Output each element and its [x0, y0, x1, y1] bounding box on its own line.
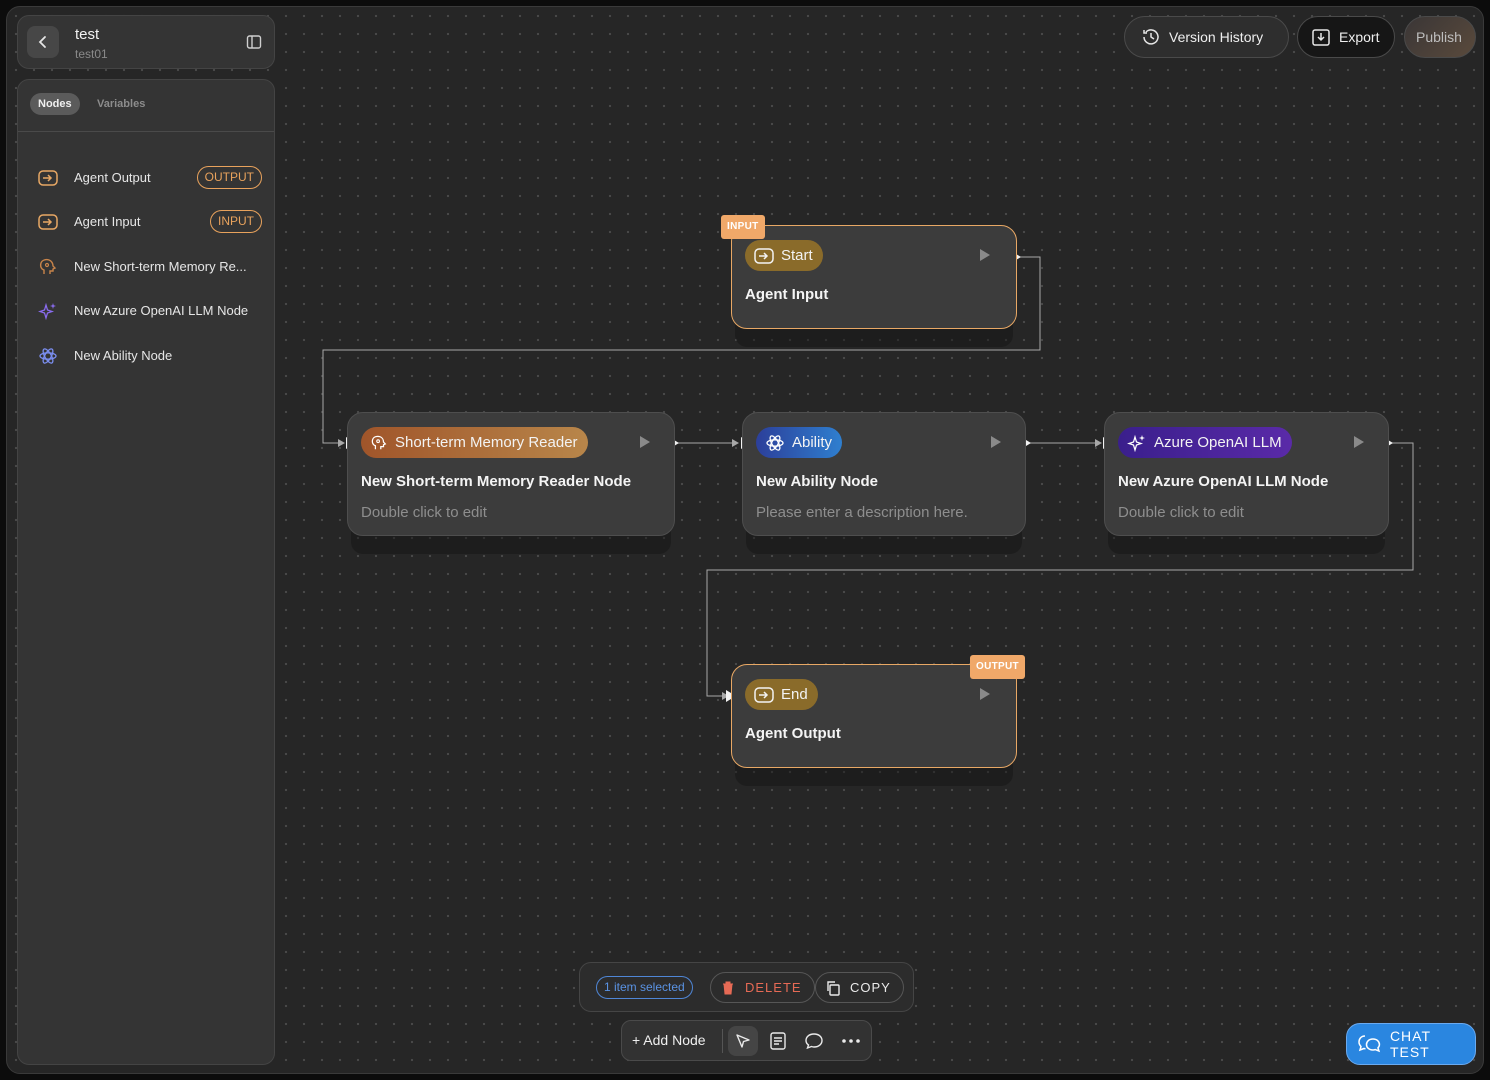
ability-icon [766, 434, 784, 451]
note-icon [770, 1032, 786, 1050]
memory-icon [371, 435, 387, 449]
export-button[interactable]: Export [1297, 16, 1395, 58]
history-icon [1143, 29, 1159, 45]
input-badge: INPUT [210, 210, 262, 233]
add-node-button[interactable]: + Add Node [632, 1032, 706, 1048]
memory-node-title: New Short-term Memory Reader Node [361, 473, 632, 490]
ability-node-title: New Ability Node [756, 473, 878, 490]
run-node-icon[interactable] [1354, 436, 1364, 448]
start-node-title: Agent Input [745, 286, 829, 303]
sidebar-item-agent-input[interactable]: Agent Input INPUT [18, 204, 274, 240]
ability-node-description: Please enter a description here. [756, 504, 968, 521]
memory-reader-node[interactable]: Short-term Memory Reader New Short-term … [347, 412, 675, 536]
sidebar-item-label: New Azure OpenAI LLM Node [74, 303, 249, 318]
sidebar-item-label: New Short-term Memory Re... [74, 259, 247, 274]
notes-tool-button[interactable] [768, 1031, 788, 1056]
llm-pill: Azure OpenAI LLM [1118, 427, 1292, 458]
end-pill-label: End [781, 686, 808, 703]
publish-button[interactable]: Publish [1404, 16, 1476, 58]
workflow-title: test [75, 26, 100, 43]
memory-node-description: Double click to edit [361, 504, 487, 521]
end-node[interactable]: End Agent Output [731, 664, 1017, 768]
selection-count: 1 item selected [596, 976, 693, 999]
run-node-icon[interactable] [980, 249, 990, 261]
sidebar-item-azure-llm[interactable]: New Azure OpenAI LLM Node [18, 293, 274, 329]
start-pill-label: Start [781, 247, 813, 264]
tab-variables[interactable]: Variables [89, 93, 153, 115]
tab-nodes[interactable]: Nodes [30, 93, 80, 115]
cursor-icon [736, 1034, 750, 1048]
io-icon [754, 247, 774, 264]
output-badge: OUTPUT [196, 166, 262, 189]
end-pill: End [745, 679, 818, 710]
io-icon [754, 686, 774, 703]
memory-pill-label: Short-term Memory Reader [395, 434, 578, 451]
copy-button[interactable]: COPY [815, 972, 904, 1003]
input-tag: INPUT [721, 215, 765, 239]
trash-icon [723, 981, 733, 994]
start-node[interactable]: Start Agent Input [731, 225, 1017, 329]
toolbar-divider [722, 1029, 723, 1053]
sidebar-item-memory-reader[interactable]: New Short-term Memory Re... [18, 249, 274, 285]
workflow-canvas[interactable]: test test01 Nodes Variables Agent Output… [6, 6, 1484, 1074]
ability-pill: Ability [756, 427, 843, 458]
run-node-icon[interactable] [991, 436, 1001, 448]
workflow-header: test test01 [17, 15, 275, 69]
start-pill: Start [745, 240, 823, 271]
node-library-sidebar: Nodes Variables Agent Output OUTPUT Agen… [17, 79, 275, 1065]
run-node-icon[interactable] [640, 436, 650, 448]
back-button[interactable] [27, 26, 59, 58]
sidebar-item-agent-output[interactable]: Agent Output OUTPUT [18, 160, 274, 196]
io-icon [38, 170, 58, 186]
memory-pill: Short-term Memory Reader [361, 427, 588, 458]
sidebar-item-label: Agent Output [74, 170, 151, 185]
chat-test-label: CHAT TEST [1389, 1028, 1431, 1060]
sidebar-item-label: Agent Input [74, 214, 141, 229]
download-icon [1312, 29, 1330, 46]
canvas-toolbar: + Add Node [621, 1020, 872, 1061]
copy-icon [827, 980, 840, 996]
select-tool-button[interactable] [728, 1026, 758, 1056]
delete-button[interactable]: DELETE [710, 972, 815, 1003]
delete-label: DELETE [745, 980, 802, 995]
memory-icon [39, 258, 57, 274]
io-icon [38, 214, 58, 230]
selection-bar: 1 item selected DELETE COPY [579, 962, 914, 1012]
publish-label: Publish [1416, 29, 1462, 45]
sidebar-item-ability[interactable]: New Ability Node [18, 338, 274, 374]
sidebar-tabs: Nodes Variables [18, 80, 274, 132]
export-label: Export [1339, 29, 1380, 45]
llm-node-description: Double click to edit [1118, 504, 1244, 521]
comment-icon [805, 1033, 823, 1050]
more-horizontal-icon [842, 1039, 860, 1043]
toggle-sidebar-icon[interactable] [246, 34, 262, 55]
version-history-label: Version History [1169, 29, 1264, 45]
chat-test-button[interactable]: CHAT TEST [1346, 1023, 1476, 1065]
run-node-icon[interactable] [980, 688, 990, 700]
ability-pill-label: Ability [792, 434, 833, 451]
ability-node[interactable]: Ability New Ability Node Please enter a … [742, 412, 1026, 536]
more-options-button[interactable] [840, 1033, 862, 1054]
copy-label: COPY [850, 980, 891, 995]
end-node-title: Agent Output [745, 725, 841, 742]
version-history-button[interactable]: Version History [1124, 16, 1289, 58]
chat-icon [1358, 1035, 1381, 1053]
sparkle-icon [1127, 434, 1145, 452]
sidebar-item-label: New Ability Node [74, 348, 173, 363]
workflow-subtitle: test01 [75, 47, 108, 61]
azure-llm-node[interactable]: Azure OpenAI LLM New Azure OpenAI LLM No… [1104, 412, 1389, 536]
sparkle-icon [38, 302, 56, 320]
output-tag: OUTPUT [970, 655, 1025, 679]
comment-tool-button[interactable] [804, 1031, 824, 1056]
llm-pill-label: Azure OpenAI LLM [1154, 434, 1282, 451]
ability-icon [39, 348, 57, 364]
chevron-left-icon [38, 36, 46, 48]
llm-node-title: New Azure OpenAI LLM Node [1118, 473, 1329, 490]
